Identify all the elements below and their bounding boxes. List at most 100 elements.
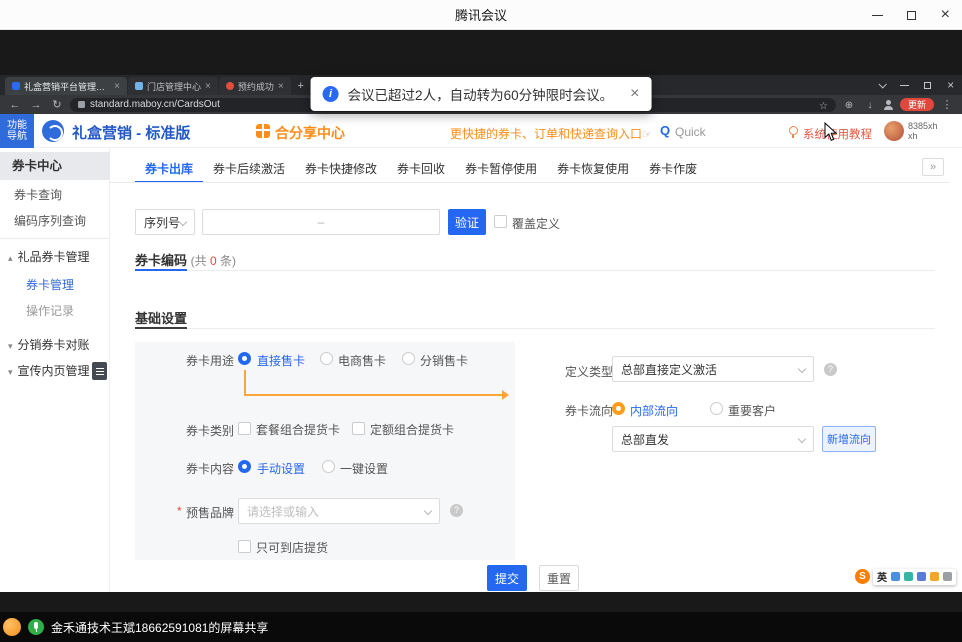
usage-distribution-radio[interactable]: [402, 352, 415, 365]
browser-tab-3[interactable]: 预约成功: [219, 77, 291, 95]
content-manual-radio[interactable]: [238, 460, 251, 473]
tab-card-pause[interactable]: 券卡暂停使用: [455, 155, 547, 183]
sidebar-group-distribution[interactable]: 分销券卡对账: [8, 336, 90, 353]
meeting-window: 腾讯会议 礼盒营销平台管理中心 门店管理中心: [0, 0, 962, 642]
sidebar-group-promotion[interactable]: 宣传内页管理: [8, 362, 90, 379]
flow-vip-radio[interactable]: [710, 402, 723, 415]
promo-link[interactable]: 更快捷的券卡、订单和快递查询入口: [450, 125, 642, 142]
sidebar-collapse-button[interactable]: [92, 362, 107, 380]
share-mic-icon[interactable]: [28, 619, 44, 635]
content-manual-label[interactable]: 手动设置: [257, 460, 305, 477]
back-icon[interactable]: [7, 99, 23, 111]
category-fixed-label[interactable]: 定额组合提货卡: [370, 421, 454, 438]
tab-card-quick-edit[interactable]: 券卡快捷修改: [295, 155, 387, 183]
flow-connector-vertical: [244, 370, 246, 396]
category-fixed-checkbox[interactable]: [352, 422, 365, 435]
expand-panel-button[interactable]: [922, 158, 944, 176]
usage-label: 券卡用途: [186, 352, 234, 369]
browser-close-button[interactable]: [939, 75, 962, 95]
close-button[interactable]: [928, 0, 962, 30]
store-only-checkbox[interactable]: [238, 540, 251, 553]
submit-button[interactable]: 提交: [487, 565, 527, 591]
sidebar-group-gift-card[interactable]: 礼品券卡管理: [8, 248, 90, 265]
serial-select[interactable]: 序列号: [135, 209, 195, 235]
browser-maximize-button[interactable]: [916, 75, 939, 95]
function-nav-toggle[interactable]: 功能 导航: [0, 114, 34, 148]
tab-card-activation[interactable]: 券卡后续激活: [203, 155, 295, 183]
tab-close-icon[interactable]: [278, 81, 284, 92]
ime-toolbox-icon[interactable]: [930, 572, 939, 581]
sidebar-item-code-serial-query[interactable]: 编码序列查询: [14, 212, 86, 229]
browser-menu-button[interactable]: [870, 75, 893, 95]
brand-title: 礼盒营销 - 标准版: [72, 122, 190, 143]
download-icon[interactable]: [862, 99, 878, 111]
ime-emoji-icon[interactable]: [904, 572, 913, 581]
tab-card-resume[interactable]: 券卡恢复使用: [547, 155, 639, 183]
browser-tab-1[interactable]: 礼盒营销平台管理中心: [5, 77, 127, 95]
ime-settings-icon[interactable]: [943, 572, 952, 581]
taskbar-avatar[interactable]: [3, 618, 21, 636]
browser-update-button[interactable]: 更新: [900, 98, 934, 111]
content-onekey-label[interactable]: 一键设置: [340, 460, 388, 477]
usage-direct-radio[interactable]: [238, 352, 251, 365]
flow-internal-label[interactable]: 内部流向: [630, 402, 678, 419]
category-package-label[interactable]: 套餐组合提货卡: [256, 421, 340, 438]
sidebar-item-card-management[interactable]: 券卡管理: [26, 276, 74, 293]
deftype-help-icon[interactable]: [824, 363, 837, 376]
category-package-checkbox[interactable]: [238, 422, 251, 435]
sidebar-item-operation-log[interactable]: 操作记录: [26, 302, 74, 319]
toast-close-button[interactable]: [630, 85, 639, 103]
url-text: standard.maboy.cn/CardsOut: [90, 99, 220, 110]
add-flow-button[interactable]: 新增流向: [822, 426, 876, 452]
reset-button[interactable]: 重置: [539, 565, 579, 591]
tab-card-recycle[interactable]: 券卡回收: [387, 155, 455, 183]
verify-button[interactable]: 验证: [448, 209, 486, 235]
new-tab-button[interactable]: [292, 77, 310, 95]
usage-ecommerce-label[interactable]: 电商售卡: [338, 352, 386, 369]
ime-logo-icon[interactable]: S: [855, 569, 870, 584]
quick-search-label[interactable]: Quick: [675, 125, 706, 139]
sidebar-item-card-query[interactable]: 券卡查询: [14, 186, 62, 203]
browser-more-icon[interactable]: [939, 98, 955, 111]
flow-select[interactable]: 总部直发: [612, 426, 814, 452]
usage-distribution-label[interactable]: 分销售卡: [420, 352, 468, 369]
reload-icon[interactable]: [49, 98, 65, 111]
brand-help-icon[interactable]: [450, 504, 463, 517]
ime-mic-icon[interactable]: [891, 572, 900, 581]
deftype-select[interactable]: 总部直接定义激活: [612, 356, 814, 382]
brand-select[interactable]: 请选择或输入: [238, 498, 440, 524]
flow-connector-arrow-icon: [502, 390, 509, 400]
browser-tab-2[interactable]: 门店管理中心: [128, 77, 218, 95]
content-onekey-radio[interactable]: [322, 460, 335, 473]
override-checkbox-label[interactable]: 覆盖定义: [512, 215, 560, 232]
bookmark-star-icon[interactable]: [819, 96, 828, 114]
site-info-icon[interactable]: [78, 101, 85, 108]
usage-ecommerce-radio[interactable]: [320, 352, 333, 365]
flow-internal-radio[interactable]: [612, 402, 625, 415]
nav-toggle-line2: 导航: [7, 131, 27, 142]
quick-search-icon[interactable]: Q: [660, 123, 670, 138]
tab-card-void[interactable]: 券卡作废: [639, 155, 707, 183]
serial-range-input[interactable]: [202, 209, 440, 235]
ime-keyboard-icon[interactable]: [917, 572, 926, 581]
tutorial-link[interactable]: 系统使用教程: [803, 126, 872, 142]
store-only-label[interactable]: 只可到店提货: [256, 539, 328, 556]
taskbar-share-bar: 金禾通技术王斌18662591081的屏幕共享: [0, 612, 962, 642]
forward-icon[interactable]: [28, 99, 44, 111]
flow-vip-label[interactable]: 重要客户: [728, 402, 776, 419]
mouse-cursor: [824, 122, 837, 142]
triangle-up-icon: [8, 250, 18, 264]
share-center-link[interactable]: 合分享中心: [275, 123, 345, 143]
tab-card-outbound[interactable]: 券卡出库: [135, 155, 203, 183]
ime-language-label[interactable]: 英: [877, 569, 887, 584]
minimize-button[interactable]: [860, 0, 894, 30]
zoom-icon[interactable]: [841, 99, 857, 111]
browser-minimize-button[interactable]: [893, 75, 916, 95]
user-avatar[interactable]: [884, 121, 904, 141]
tab-close-icon[interactable]: [114, 81, 120, 92]
profile-icon[interactable]: [883, 99, 895, 111]
usage-direct-label[interactable]: 直接售卡: [257, 352, 305, 369]
override-checkbox[interactable]: [494, 215, 507, 228]
tab-close-icon[interactable]: [205, 81, 211, 92]
maximize-button[interactable]: [894, 0, 928, 30]
